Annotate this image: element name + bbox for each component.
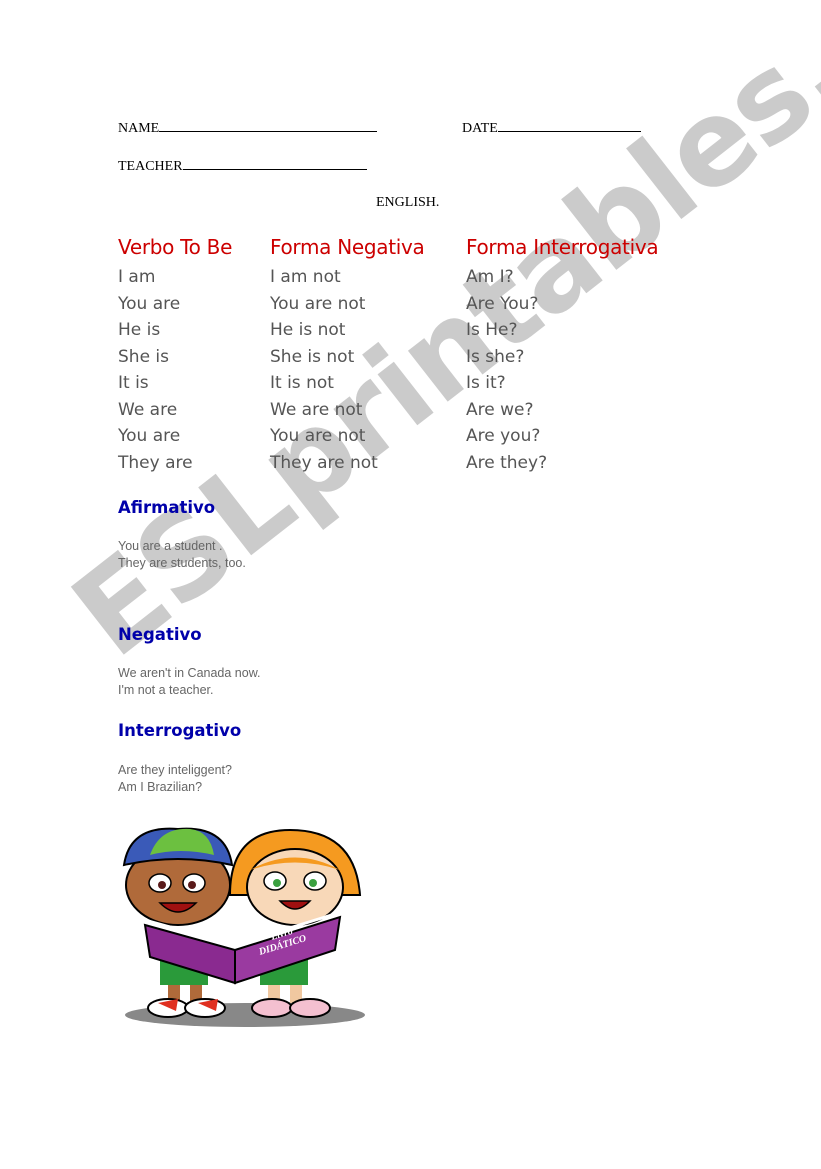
table-cell: She is not: [270, 346, 355, 367]
table-cell: I am not: [270, 267, 341, 287]
table-cell: They are not: [270, 452, 378, 473]
table-cell: She is: [118, 346, 170, 367]
table-cell: You are not: [270, 293, 366, 314]
example-line: They are students, too.: [118, 556, 246, 570]
example-line: Are they inteliggent?: [118, 763, 232, 777]
table-cell: Is it?: [466, 373, 506, 393]
table-cell: Are You?: [466, 293, 539, 314]
subject-title: ENGLISH.: [376, 195, 440, 210]
negative-column: I am not You are not He is not She is no…: [270, 266, 378, 478]
table-cell: You are not: [270, 426, 366, 446]
table-cell: We are not: [270, 399, 363, 420]
name-field[interactable]: NAME: [118, 119, 378, 137]
table-cell: Is she?: [466, 346, 525, 367]
date-line: [497, 119, 641, 132]
header-interrogativa: Forma Interrogativa: [466, 235, 659, 259]
date-label: DATE: [462, 121, 498, 136]
boy-figure: [122, 827, 234, 1018]
table-cell: He is: [118, 320, 161, 340]
table-cell: Are you?: [466, 426, 541, 446]
example-line: You are a student .: [118, 539, 223, 553]
table-cell: They are: [118, 452, 193, 473]
table-cell: We are: [118, 399, 178, 420]
example-line: I'm not a teacher.: [118, 683, 214, 697]
section-title-afirmativo: Afirmativo: [118, 498, 216, 517]
example-line: We aren't in Canada now.: [118, 666, 261, 680]
date-field[interactable]: DATE: [462, 119, 641, 137]
name-label: NAME: [118, 121, 160, 136]
section-example-interrogativo: Are they inteliggent? Am I Brazilian?: [118, 762, 232, 796]
teacher-label: TEACHER: [118, 159, 183, 174]
table-cell: It is not: [270, 373, 334, 393]
section-title-negativo: Negativo: [118, 625, 202, 644]
interrogative-column: Am I? Are You? Is He? Is she? Is it? Are…: [466, 266, 547, 478]
example-line: Am I Brazilian?: [118, 780, 203, 794]
table-cell: Are they?: [466, 452, 548, 473]
table-cell: He is not: [270, 320, 346, 340]
table-cell: Is He?: [466, 320, 518, 340]
affirmative-column: I am You are He is She is It is We are Y…: [118, 266, 193, 478]
header-verbo: Verbo To Be: [118, 235, 233, 259]
kids-reading-illustration: Livro DIDÁTICO: [122, 827, 365, 1027]
section-title-interrogativo: Interrogativo: [118, 721, 242, 740]
table-cell: I am: [118, 267, 156, 287]
section-example-negativo: We aren't in Canada now. I'm not a teach…: [118, 665, 261, 699]
table-cell: Am I?: [466, 267, 514, 287]
header-negativa: Forma Negativa: [270, 235, 425, 259]
table-cell: It is: [118, 373, 149, 393]
section-example-afirmativo: You are a student . They are students, t…: [118, 538, 246, 572]
teacher-field[interactable]: TEACHER: [118, 157, 367, 175]
table-cell: You are: [118, 293, 181, 314]
girl-figure: [228, 828, 362, 1018]
table-cell: Are we?: [466, 399, 534, 420]
table-cell: You are: [118, 426, 181, 446]
name-line: [159, 119, 378, 132]
teacher-line: [182, 157, 367, 170]
